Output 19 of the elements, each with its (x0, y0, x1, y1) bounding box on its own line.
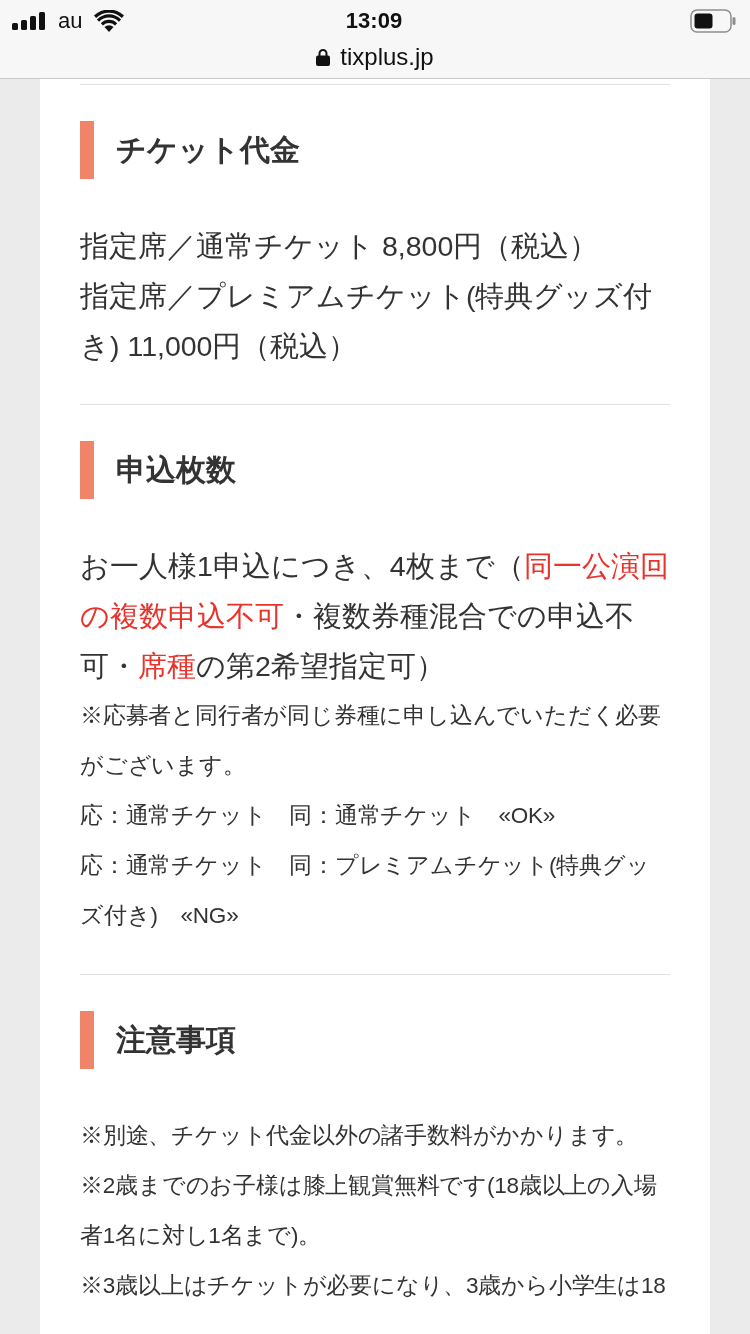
battery-icon (690, 9, 736, 33)
clock-time: 13:09 (345, 8, 403, 34)
note-text: ※2歳までのお子様は膝上観賞無料です(18歳以上の入場者1名に対し1名まで)。 (80, 1172, 658, 1250)
section-heading: 申込枚数 (80, 441, 240, 499)
note-text: 応：通常チケット 同：プレミアムチケット(特典グッズ付き) «NG» (80, 852, 651, 930)
section-heading: 注意事項 (80, 1011, 240, 1069)
url-text[interactable]: tixplus.jp (340, 43, 434, 71)
signal-icon (12, 12, 46, 30)
section-heading: チケット代金 (80, 121, 304, 179)
note-text: ※別途、チケット代金以外の諸手数料がかかります。 (80, 1122, 640, 1150)
body-text: 指定席／通常チケット 8,800円（税込） (80, 229, 600, 264)
body-text: 指定席／プレミアムチケット(特典グッズ付き) 11,000円（税込） (80, 279, 654, 364)
note-text: ※応募者と同行者が同じ券種に申し込んでいただく必要がございます。 (80, 702, 662, 780)
wifi-icon (94, 10, 125, 32)
carrier-label: au (58, 8, 83, 34)
lock-icon (316, 48, 331, 66)
note-text: ※3歳以上はチケットが必要になり、3歳から小学生は18 (80, 1272, 667, 1300)
body-text: お一人様1申込につき、4枚まで（同一公演回の複数申込不可・複数券種混合での申込不可・席種の第2希望指定可） (80, 549, 670, 684)
note-text: 応：通常チケット 同：通常チケット «OK» (80, 802, 557, 830)
